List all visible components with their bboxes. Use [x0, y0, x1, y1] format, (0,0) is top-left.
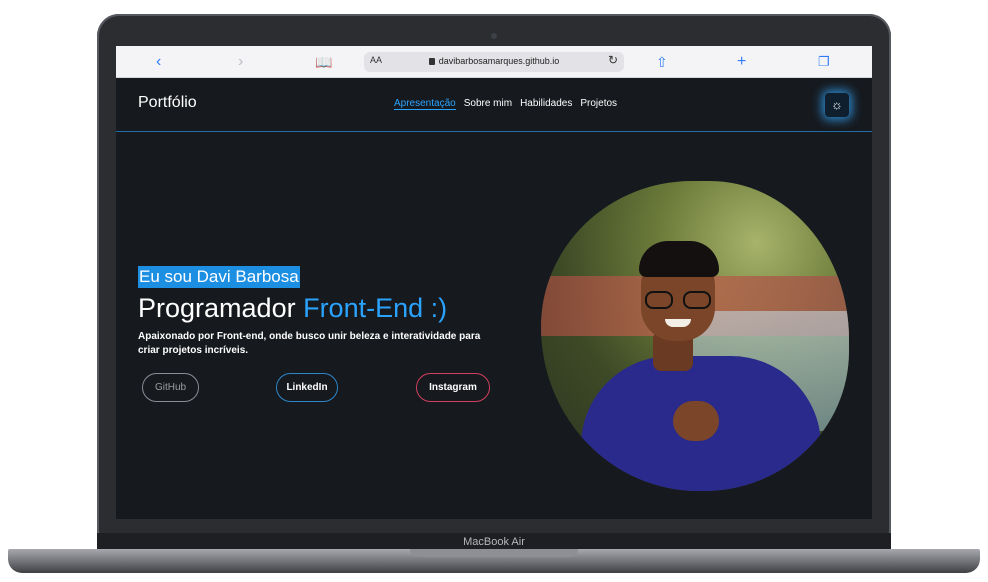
- sun-icon: ☼: [831, 97, 843, 112]
- nav-sobre-mim[interactable]: Sobre mim: [464, 98, 512, 110]
- headline-accent: Front-End :): [303, 293, 448, 323]
- instagram-button[interactable]: Instagram: [416, 373, 490, 402]
- photo-glasses: [645, 291, 711, 309]
- site-brand[interactable]: Portfólio: [138, 94, 197, 112]
- back-icon[interactable]: ‹: [156, 52, 161, 72]
- tabs-overview-icon[interactable]: ❐: [818, 52, 830, 72]
- camera-dot: [491, 33, 497, 39]
- url-text-wrap: davibarbosamarques.github.io: [364, 56, 624, 66]
- hero-description: Apaixonado por Front-end, onde busco uni…: [138, 331, 481, 356]
- photo-smile: [665, 319, 691, 327]
- theme-toggle-button[interactable]: ☼: [825, 93, 849, 117]
- hero-text: Eu sou Davi Barbosa Programador Front-En…: [138, 266, 498, 358]
- profile-photo: [541, 181, 849, 491]
- url-text: davibarbosamarques.github.io: [438, 56, 560, 66]
- photo-hair: [639, 241, 719, 277]
- photo-hand: [673, 401, 719, 441]
- address-bar[interactable]: AA davibarbosamarques.github.io ↻: [364, 52, 624, 72]
- new-tab-icon[interactable]: +: [737, 52, 746, 72]
- bookmarks-icon[interactable]: 📖: [315, 52, 332, 72]
- nav-projetos[interactable]: Projetos: [580, 98, 617, 110]
- reload-icon[interactable]: ↻: [608, 53, 618, 67]
- laptop-notch: [410, 549, 578, 557]
- nav-habilidades[interactable]: Habilidades: [520, 98, 572, 110]
- linkedin-button[interactable]: LinkedIn: [276, 373, 338, 402]
- headline-main: Programador: [138, 293, 304, 323]
- lock-icon: [428, 58, 435, 65]
- hero-headline: Programador Front-End :): [138, 292, 498, 324]
- share-icon[interactable]: ⇧: [656, 52, 668, 72]
- hero-intro: Eu sou Davi Barbosa: [138, 266, 300, 288]
- browser-toolbar: ‹ › 📖 AA davibarbosamarques.github.io ↻ …: [116, 46, 872, 78]
- screen: ‹ › 📖 AA davibarbosamarques.github.io ↻ …: [116, 46, 872, 519]
- site-header: Portfólio Apresentação Sobre mim Habilid…: [116, 78, 872, 132]
- nav-apresentacao[interactable]: Apresentação: [394, 98, 456, 110]
- github-button[interactable]: GitHub: [142, 373, 199, 402]
- device-model-label: MacBook Air: [463, 536, 525, 548]
- main-nav: Apresentação Sobre mim Habilidades Proje…: [394, 98, 617, 110]
- forward-icon[interactable]: ›: [238, 52, 243, 72]
